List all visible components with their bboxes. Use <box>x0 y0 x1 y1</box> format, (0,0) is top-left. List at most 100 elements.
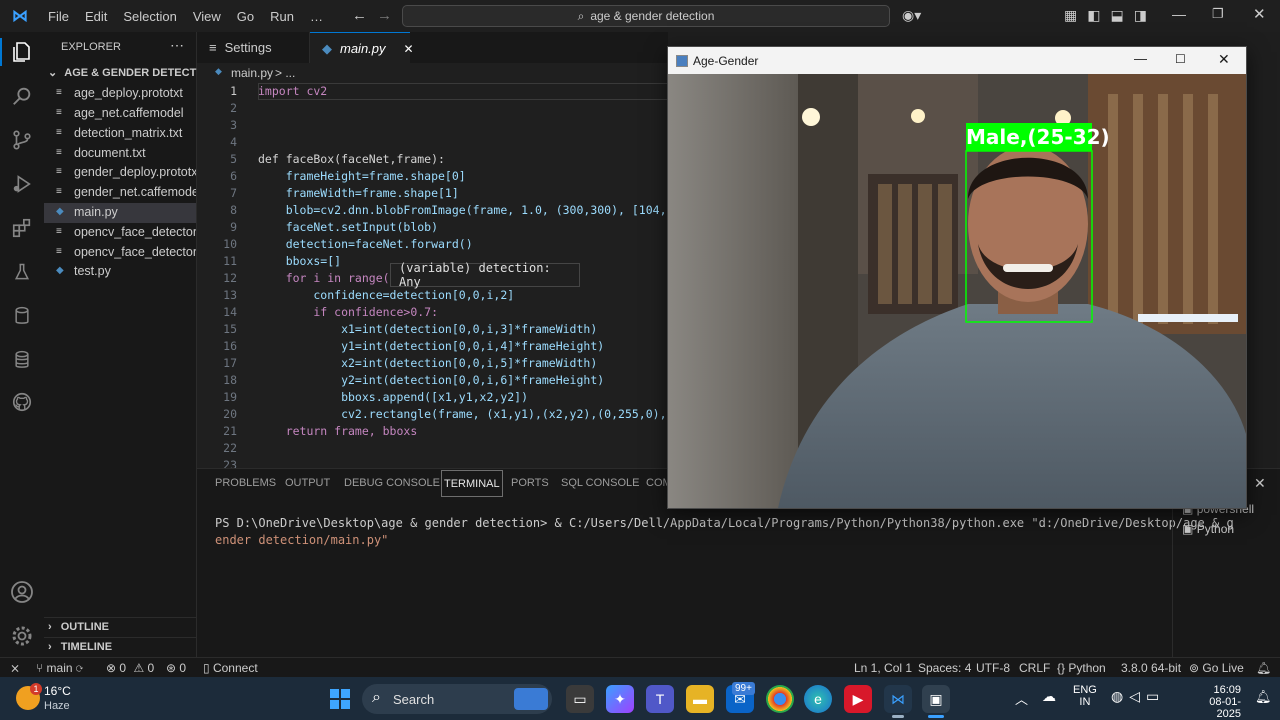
menu-go[interactable]: Go <box>237 9 254 24</box>
tab-settings[interactable]: ≡ Settings <box>197 32 310 63</box>
warning-count: 0 <box>147 661 155 675</box>
terminal-output[interactable]: PS D:\OneDrive\Desktop\age & gender dete… <box>215 515 1234 549</box>
age-gender-window: Age-Gender — ☐ ✕ Male,(25-32) <box>667 46 1247 509</box>
line-ending[interactable]: CRLF <box>1019 661 1050 675</box>
more-actions-icon[interactable]: ⋯ <box>170 37 184 54</box>
testing-flask-icon[interactable] <box>8 258 36 286</box>
minimize-button[interactable]: — <box>1172 6 1186 22</box>
chevron-up-icon[interactable]: ︿ <box>1015 689 1028 708</box>
taskbar-search-label: Search <box>393 692 435 707</box>
clock[interactable]: 16:09 08-01-2025 <box>1185 684 1241 720</box>
sql-database-icon[interactable] <box>8 346 36 374</box>
chrome-icon[interactable] <box>766 685 794 713</box>
file-gender-net[interactable]: ≡ gender_net.caffemodel <box>44 183 196 203</box>
edge-icon[interactable]: e <box>804 685 832 713</box>
cursor-position[interactable]: Ln 1, Col 1 <box>854 661 912 675</box>
close-button[interactable]: ✕ <box>1253 5 1266 23</box>
language-mode[interactable]: {} Python <box>1057 661 1106 675</box>
notifications-bell-icon[interactable]: 🔔︎ <box>1256 661 1271 675</box>
youtube-icon[interactable]: ▶ <box>844 685 872 713</box>
encoding[interactable]: UTF-8 <box>976 661 1010 675</box>
divider <box>1172 499 1173 658</box>
copilot-icon[interactable]: ◉▾ <box>902 7 921 24</box>
tab-terminal[interactable]: TERMINAL <box>441 470 503 497</box>
tab-main-py[interactable]: ◆ main.py ✕ <box>310 32 414 64</box>
notification-bell-icon[interactable]: 🔔︎ <box>1255 689 1272 705</box>
settings-gear-icon[interactable] <box>8 622 36 650</box>
breadcrumb-file[interactable]: main.py <box>231 66 273 80</box>
folder-header[interactable]: ⌄ AGE & GENDER DETECTION <box>48 66 216 79</box>
remote-icon[interactable]: ⨯ <box>10 661 20 675</box>
file-age-net[interactable]: ≡ age_net.caffemodel <box>44 104 196 124</box>
tab-sql-console[interactable]: SQL CONSOLE <box>561 477 639 489</box>
extensions-icon[interactable] <box>8 214 36 242</box>
close-panel-icon[interactable]: ✕ <box>1254 475 1266 492</box>
tab-problems[interactable]: PROBLEMS <box>215 477 276 489</box>
python-window-icon[interactable]: ▣ <box>922 685 950 713</box>
file-opencv-face-detector-2[interactable]: ≡ opencv_face_detector... <box>44 243 196 263</box>
code-line: frameHeight=frame.shape[0] <box>258 169 466 183</box>
cloud-icon[interactable]: ☁ <box>1042 688 1056 705</box>
indentation[interactable]: Spaces: 4 <box>918 661 971 675</box>
menu-more[interactable]: … <box>310 9 323 24</box>
outline-section[interactable]: › OUTLINE <box>48 621 109 633</box>
menu-view[interactable]: View <box>193 9 221 24</box>
toggle-secondary-sidebar-icon[interactable]: ◨ <box>1134 7 1157 23</box>
python-interpreter[interactable]: 3.8.0 64-bit <box>1121 661 1181 675</box>
tab-output[interactable]: OUTPUT <box>285 477 330 489</box>
copilot-app-icon[interactable]: ✦ <box>606 685 634 713</box>
run-debug-icon[interactable] <box>8 170 36 198</box>
toggle-panel-icon[interactable]: ⬓ <box>1110 7 1133 23</box>
task-view-icon[interactable]: ▭ <box>566 685 594 713</box>
file-gender-deploy[interactable]: ≡ gender_deploy.prototxt <box>44 163 196 183</box>
toggle-sidebar-icon[interactable]: ◧ <box>1087 7 1110 23</box>
account-icon[interactable] <box>8 578 36 606</box>
system-tray[interactable]: ◍◁▭ <box>1111 688 1165 705</box>
explorer-icon[interactable] <box>0 38 44 66</box>
file-age-deploy[interactable]: ≡ age_deploy.prototxt <box>44 84 196 104</box>
search-icon[interactable] <box>8 82 36 110</box>
breadcrumb-rest[interactable]: > ... <box>275 66 295 80</box>
line-number: 12 <box>223 271 237 285</box>
file-detection-matrix[interactable]: ≡ detection_matrix.txt <box>44 124 196 144</box>
source-control-icon[interactable] <box>8 126 36 154</box>
language-indicator[interactable]: ENG IN <box>1073 684 1097 708</box>
vscode-icon[interactable]: ⋈ <box>884 685 912 713</box>
file-explorer-icon[interactable]: ▬ <box>686 685 714 713</box>
close-tab-icon[interactable]: ✕ <box>404 42 414 56</box>
menu-selection[interactable]: Selection <box>123 9 176 24</box>
database-icon[interactable] <box>8 302 36 330</box>
close-button[interactable]: ✕ <box>1218 51 1230 68</box>
minimize-button[interactable]: — <box>1134 51 1147 66</box>
menu-file[interactable]: File <box>48 9 69 24</box>
teams-icon[interactable]: T <box>646 685 674 713</box>
tab-ports[interactable]: PORTS <box>511 477 549 489</box>
chevron-right-icon: › <box>48 621 52 633</box>
customize-layout-icon[interactable]: ▦ <box>1064 7 1087 23</box>
connect-status[interactable]: ▯ Connect <box>203 661 258 675</box>
shell-python[interactable]: ▣ Python <box>1182 522 1234 536</box>
file-test-py[interactable]: ◆ test.py <box>44 262 196 282</box>
file-main-py[interactable]: ◆ main.py <box>44 203 196 223</box>
menu-edit[interactable]: Edit <box>85 9 107 24</box>
problems-status[interactable]: ⊗ 0 ⚠ 0 <box>106 661 154 675</box>
chevron-down-icon: ⌄ <box>48 67 58 79</box>
weather-temp[interactable]: 16°C <box>44 684 71 698</box>
menu-run[interactable]: Run <box>270 9 294 24</box>
file-document[interactable]: ≡ document.txt <box>44 144 196 164</box>
start-windows-icon[interactable] <box>326 685 354 713</box>
taskbar-search[interactable]: ⌕ Search <box>362 684 552 714</box>
window-app-icon <box>676 55 688 67</box>
ports-status[interactable]: ⊛ 0 <box>166 661 186 675</box>
tab-debug-console[interactable]: DEBUG CONSOLE <box>344 477 440 489</box>
command-center-search[interactable]: ⌕ age & gender detection <box>402 5 890 27</box>
back-arrow-icon[interactable]: ← <box>352 7 367 24</box>
timeline-section[interactable]: › TIMELINE <box>48 641 112 653</box>
maximize-button[interactable]: ☐ <box>1175 52 1186 66</box>
go-live[interactable]: ⊚ Go Live <box>1189 661 1244 675</box>
forward-arrow-icon[interactable]: → <box>377 7 392 24</box>
github-icon[interactable] <box>8 388 36 416</box>
restore-button[interactable]: ❐ <box>1212 6 1224 22</box>
branch-status[interactable]: ⑂ main ⟳ <box>36 661 83 675</box>
file-opencv-face-detector-1[interactable]: ≡ opencv_face_detector... <box>44 223 196 243</box>
